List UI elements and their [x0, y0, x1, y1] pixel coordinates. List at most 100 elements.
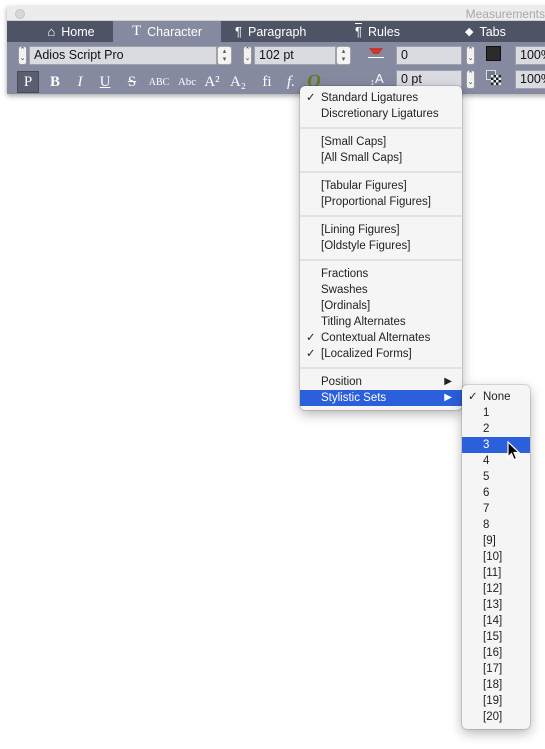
menu-item-label: 7: [483, 503, 490, 515]
paragraph-rules-icon: ¶: [355, 24, 362, 39]
stylistic-set-item[interactable]: [15]: [462, 629, 530, 645]
stylistic-set-item[interactable]: [14]: [462, 613, 530, 629]
menu-item-localized-forms[interactable]: ✓ [Localized Forms]: [300, 346, 462, 362]
tracking-icon: [367, 47, 385, 63]
menu-item-tabular-figures[interactable]: [Tabular Figures]: [300, 178, 462, 194]
font-size-popup-button[interactable]: ▴ ▾: [336, 46, 351, 65]
menu-item-proportional-figures[interactable]: [Proportional Figures]: [300, 194, 462, 210]
stylistic-set-item[interactable]: [19]: [462, 693, 530, 709]
all-caps-button[interactable]: ABC: [148, 71, 170, 93]
menu-item-label: 3: [483, 439, 490, 451]
menu-item-label: [Lining Figures]: [321, 224, 400, 236]
plain-button[interactable]: P: [17, 71, 39, 93]
tab-tabs[interactable]: ◆ Tabs: [465, 21, 545, 42]
menu-item-label: Stylistic Sets: [321, 392, 387, 404]
font-family-field[interactable]: Adios Script Pro: [29, 46, 217, 65]
menu-item-label: 8: [483, 519, 490, 531]
menu-item-label: [14]: [483, 615, 503, 627]
font-size-stepper[interactable]: ⌃ ⌄: [243, 46, 252, 65]
underline-button[interactable]: U: [97, 71, 113, 93]
palette-tabs: ⌂ Home T Character ¶ Paragraph ¶ Rules ◆…: [7, 21, 545, 42]
menu-item-lining-figures[interactable]: [Lining Figures]: [300, 222, 462, 238]
shade-opacity-field[interactable]: 100%: [515, 70, 545, 89]
tab-character[interactable]: T Character: [113, 21, 221, 42]
opentype-menu-button[interactable]: f.: [283, 71, 299, 93]
stylistic-set-item[interactable]: [16]: [462, 645, 530, 661]
stylistic-set-item[interactable]: [12]: [462, 581, 530, 597]
font-family-popup-button[interactable]: ▴ ▾: [217, 46, 232, 65]
tab-label: Home: [61, 24, 95, 39]
menu-item-label: Fractions: [321, 268, 369, 280]
menu-separator: [300, 254, 462, 266]
menu-item-label: Titling Alternates: [321, 316, 406, 328]
menu-item-standard-ligatures[interactable]: ✓ Standard Ligatures: [300, 90, 462, 106]
stylistic-set-item[interactable]: 7: [462, 501, 530, 517]
menu-item-label: [9]: [483, 535, 496, 547]
subscript-button[interactable]: A₂: [228, 71, 248, 93]
house-icon: ⌂: [47, 24, 56, 39]
close-window-button[interactable]: [15, 9, 25, 19]
menu-item-label: 4: [483, 455, 490, 467]
menu-item-stylistic-sets[interactable]: Stylistic Sets ▶: [300, 390, 462, 406]
stylistic-set-item[interactable]: 2: [462, 421, 530, 437]
bold-button[interactable]: B: [47, 71, 63, 93]
stylistic-set-item[interactable]: 5: [462, 469, 530, 485]
tracking-field[interactable]: 0: [396, 46, 462, 65]
stylistic-set-item[interactable]: [20]: [462, 709, 530, 725]
stylistic-set-item[interactable]: ✓ None: [462, 389, 530, 405]
baseline-shift-stepper[interactable]: ⌃ ⌄: [466, 70, 475, 89]
stylistic-set-item[interactable]: [9]: [462, 533, 530, 549]
menu-item-label: [13]: [483, 599, 503, 611]
menu-item-fractions[interactable]: Fractions: [300, 266, 462, 282]
character-toolbar: ⌃ ⌄ Adios Script Pro ▴ ▾ ⌃ ⌄ 102 pt ▴ ▾ 0 ⌃ ⌄…: [7, 42, 545, 94]
menu-item-position[interactable]: Position ▶: [300, 374, 462, 390]
menu-item-label: [11]: [483, 567, 502, 579]
menu-item-label: [Proportional Figures]: [321, 196, 431, 208]
menu-item-label: [18]: [483, 679, 503, 691]
menu-item-small-caps[interactable]: [Small Caps]: [300, 134, 462, 150]
color-opacity-field[interactable]: 100%: [515, 46, 545, 65]
menu-item-swashes[interactable]: Swashes: [300, 282, 462, 298]
stylistic-set-item[interactable]: [13]: [462, 597, 530, 613]
menu-item-all-small-caps[interactable]: [All Small Caps]: [300, 150, 462, 166]
menu-item-oldstyle-figures[interactable]: [Oldstyle Figures]: [300, 238, 462, 254]
tracking-stepper[interactable]: ⌃ ⌄: [466, 46, 475, 65]
checkmark-icon: ✓: [306, 332, 316, 344]
title-bar[interactable]: Measurements: [7, 6, 545, 21]
text-color-swatch[interactable]: [486, 46, 501, 61]
menu-item-label: [16]: [483, 647, 503, 659]
mouse-pointer-icon: [507, 441, 521, 461]
stylistic-set-item[interactable]: 6: [462, 485, 530, 501]
menu-item-contextual-alternates[interactable]: ✓ Contextual Alternates: [300, 330, 462, 346]
font-family-stepper[interactable]: ⌃ ⌄: [18, 46, 27, 65]
stylistic-set-item[interactable]: [11]: [462, 565, 530, 581]
menu-item-label: [15]: [483, 631, 503, 643]
font-size-field[interactable]: 102 pt: [254, 46, 336, 65]
stylistic-set-item[interactable]: [17]: [462, 661, 530, 677]
menu-item-titling-alternates[interactable]: Titling Alternates: [300, 314, 462, 330]
shade-swatch[interactable]: [486, 70, 502, 86]
stylistic-set-item[interactable]: 8: [462, 517, 530, 533]
stylistic-set-item[interactable]: [18]: [462, 677, 530, 693]
small-caps-button[interactable]: Abc: [176, 71, 198, 93]
submenu-arrow-icon: ▶: [444, 376, 452, 387]
stylistic-sets-submenu: ✓ None 1 2 3 4 5 6 7 8 [9] [10] [11] [12] [13] [14] [15]…: [462, 385, 530, 729]
menu-item-label: Contextual Alternates: [321, 332, 431, 344]
submenu-arrow-icon: ▶: [444, 392, 452, 403]
strikethrough-button[interactable]: S: [124, 71, 140, 93]
superscript-button[interactable]: A²: [203, 71, 221, 93]
tab-label: Character: [147, 24, 203, 39]
menu-separator: [300, 166, 462, 178]
tab-rules[interactable]: ¶ Rules: [355, 21, 425, 42]
stylistic-set-item[interactable]: 1: [462, 405, 530, 421]
tab-home[interactable]: ⌂ Home: [29, 21, 113, 42]
tab-paragraph[interactable]: ¶ Paragraph: [235, 21, 323, 42]
menu-item-label: 1: [483, 407, 490, 419]
stylistic-set-item[interactable]: [10]: [462, 549, 530, 565]
menu-item-label: [12]: [483, 583, 503, 595]
ligatures-button[interactable]: fi: [259, 71, 275, 93]
menu-item-label: None: [483, 391, 511, 403]
italic-button[interactable]: I: [72, 71, 88, 93]
menu-item-ordinals[interactable]: [Ordinals]: [300, 298, 462, 314]
menu-item-discretionary-ligatures[interactable]: Discretionary Ligatures: [300, 106, 462, 122]
